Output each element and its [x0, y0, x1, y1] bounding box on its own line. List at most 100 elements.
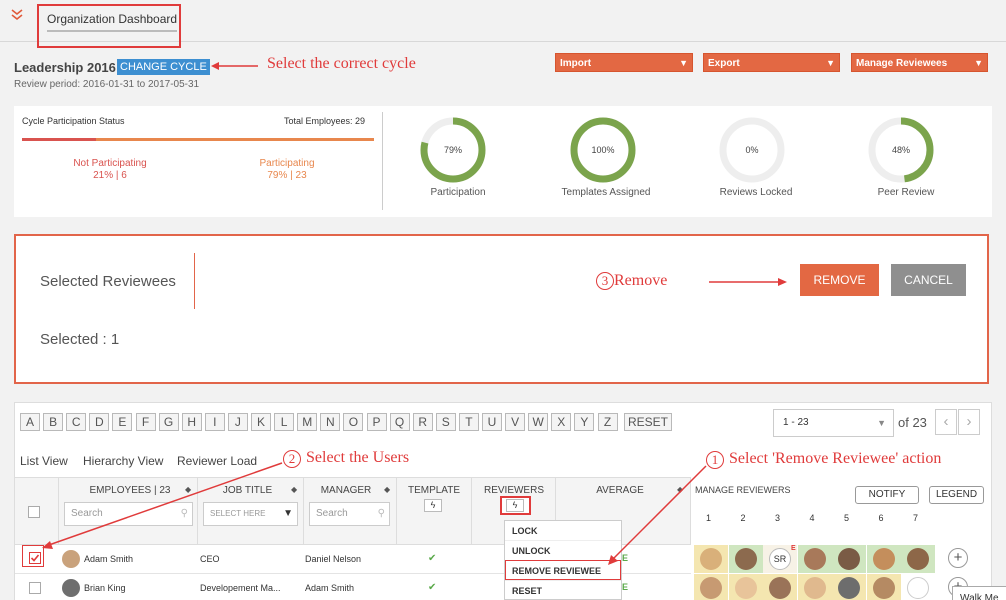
reviewers-bulk-action[interactable]: ϟ — [506, 499, 524, 512]
letter-filter-s[interactable]: S — [435, 413, 456, 431]
menu-item-reset[interactable]: RESET — [505, 581, 621, 600]
tab-hierarchy-view[interactable]: Hierarchy View — [83, 454, 163, 468]
letter-filter-t[interactable]: T — [458, 413, 479, 431]
walkme-widget[interactable]: Walk Me — [952, 586, 1006, 600]
letter-filter-p[interactable]: P — [366, 413, 387, 431]
not-participating-label: Not Participating — [73, 158, 147, 169]
avatar — [838, 577, 860, 599]
reviewer-slot[interactable] — [694, 545, 728, 573]
reviewer-slot[interactable] — [797, 574, 832, 600]
letter-filter-f[interactable]: F — [135, 413, 156, 431]
letter-filter-w[interactable]: W — [528, 413, 549, 431]
remove-button[interactable]: REMOVE — [800, 264, 879, 296]
external-flag: E — [791, 545, 796, 552]
collapse-chevron-icon[interactable] — [11, 9, 23, 23]
annotation-step-1: 1 — [706, 451, 724, 469]
letter-filter-q[interactable]: Q — [389, 413, 410, 431]
letter-filter-m[interactable]: M — [297, 413, 318, 431]
reviewer-slot[interactable] — [763, 574, 797, 600]
not-participating-value: 21% | 6 — [93, 170, 127, 181]
tab-organization-dashboard[interactable]: Organization Dashboard — [47, 12, 178, 32]
reviewer-slot[interactable] — [832, 545, 866, 573]
reviewer-slot[interactable] — [728, 545, 763, 573]
sort-icon[interactable]: ◆ — [185, 485, 191, 494]
tab-list-view[interactable]: List View — [20, 454, 68, 479]
row-checkbox[interactable] — [29, 582, 41, 594]
letter-filter-v[interactable]: V — [505, 413, 526, 431]
employees-header[interactable]: EMPLOYEES | 23 — [85, 485, 175, 496]
avatar — [734, 577, 757, 599]
participating-label: Participating — [259, 158, 315, 169]
annotation-step-2: 2 — [283, 450, 301, 468]
letter-filter-e[interactable]: E — [112, 413, 133, 431]
alphabet-reset-button[interactable]: RESET — [624, 413, 673, 431]
previous-page-button[interactable]: ‹ — [935, 409, 957, 435]
export-dropdown[interactable]: Export ▼ — [703, 53, 840, 72]
sort-icon[interactable]: ◆ — [384, 485, 390, 494]
letter-filter-y[interactable]: Y — [574, 413, 595, 431]
chevron-right-icon: › — [966, 413, 972, 430]
letter-filter-x[interactable]: X — [551, 413, 572, 431]
employee-name[interactable]: Adam Smith — [84, 554, 133, 564]
reviewer-slot[interactable] — [832, 574, 866, 600]
letter-filter-l[interactable]: L — [274, 413, 295, 431]
average-header[interactable]: AVERAGE — [560, 485, 680, 496]
import-label: Import — [560, 58, 592, 69]
divider — [194, 253, 195, 309]
letter-filter-r[interactable]: R — [412, 413, 433, 431]
job-title: CEO — [200, 554, 220, 564]
letter-filter-b[interactable]: B — [43, 413, 64, 431]
manager-header[interactable]: MANAGER — [310, 485, 382, 496]
cancel-button[interactable]: CANCEL — [891, 264, 966, 296]
lightning-icon: ϟ — [430, 500, 436, 510]
letter-filter-j[interactable]: J — [227, 413, 248, 431]
menu-item-unlock[interactable]: UNLOCK — [505, 541, 621, 561]
letter-filter-i[interactable]: I — [204, 413, 225, 431]
letter-filter-z[interactable]: Z — [597, 413, 618, 431]
legend-button[interactable]: LEGEND — [929, 486, 984, 504]
import-dropdown[interactable]: Import ▼ — [555, 53, 693, 72]
reviewer-slot[interactable] — [866, 545, 901, 573]
job-title-select[interactable]: SELECT HERE ▼ — [203, 502, 298, 526]
sort-icon[interactable]: ◆ — [677, 485, 683, 494]
selected-reviewees-title: Selected Reviewees — [40, 273, 176, 290]
manage-reviewers-header: MANAGE REVIEWERS — [695, 485, 791, 495]
slot-number: 4 — [809, 513, 815, 523]
avatar — [700, 577, 722, 599]
letter-filter-u[interactable]: U — [482, 413, 502, 431]
notify-button[interactable]: NOTIFY — [855, 486, 919, 504]
tab-reviewer-load[interactable]: Reviewer Load — [177, 454, 257, 468]
reviewer-slot[interactable] — [901, 545, 935, 573]
letter-filter-d[interactable]: D — [89, 413, 110, 431]
reviewer-slot[interactable]: E SR — [763, 545, 797, 573]
reviews-locked-label: Reviews Locked — [719, 187, 793, 198]
letter-filter-n[interactable]: N — [320, 413, 341, 431]
page-range-value: 1 - 23 — [783, 417, 809, 428]
job-title-header[interactable]: JOB TITLE — [200, 485, 295, 496]
menu-item-lock[interactable]: LOCK — [505, 521, 621, 541]
letter-filter-o[interactable]: O — [343, 413, 364, 431]
reviewer-slot[interactable] — [728, 574, 763, 600]
sort-icon[interactable]: ◆ — [291, 485, 297, 494]
next-page-button[interactable]: › — [958, 409, 980, 435]
reviewer-slot[interactable] — [797, 545, 832, 573]
letter-filter-c[interactable]: C — [66, 413, 87, 431]
add-reviewer-button[interactable]: + — [948, 548, 968, 568]
reviewer-slot[interactable] — [866, 574, 901, 600]
search-placeholder: Search — [316, 508, 348, 519]
employee-name[interactable]: Brian King — [84, 583, 126, 593]
letter-filter-a[interactable]: A — [20, 413, 40, 431]
reviewer-slot[interactable] — [694, 574, 728, 600]
letter-filter-h[interactable]: H — [181, 413, 202, 431]
letter-filter-g[interactable]: G — [158, 413, 179, 431]
reviewer-slot[interactable] — [901, 574, 935, 600]
selected-reviewees-panel — [14, 234, 989, 384]
manage-reviewees-dropdown[interactable]: Manage Reviewees ▼ — [851, 53, 988, 72]
change-cycle-button[interactable]: CHANGE CYCLE — [117, 59, 210, 75]
page-range-select[interactable]: 1 - 23 ▼ — [773, 409, 894, 437]
employee-search-input[interactable]: Search ⚲ — [64, 502, 193, 526]
select-all-checkbox[interactable] — [28, 506, 40, 518]
letter-filter-k[interactable]: K — [251, 413, 271, 431]
manager-search-input[interactable]: Search ⚲ — [309, 502, 390, 526]
template-bulk-action[interactable]: ϟ — [424, 499, 442, 512]
